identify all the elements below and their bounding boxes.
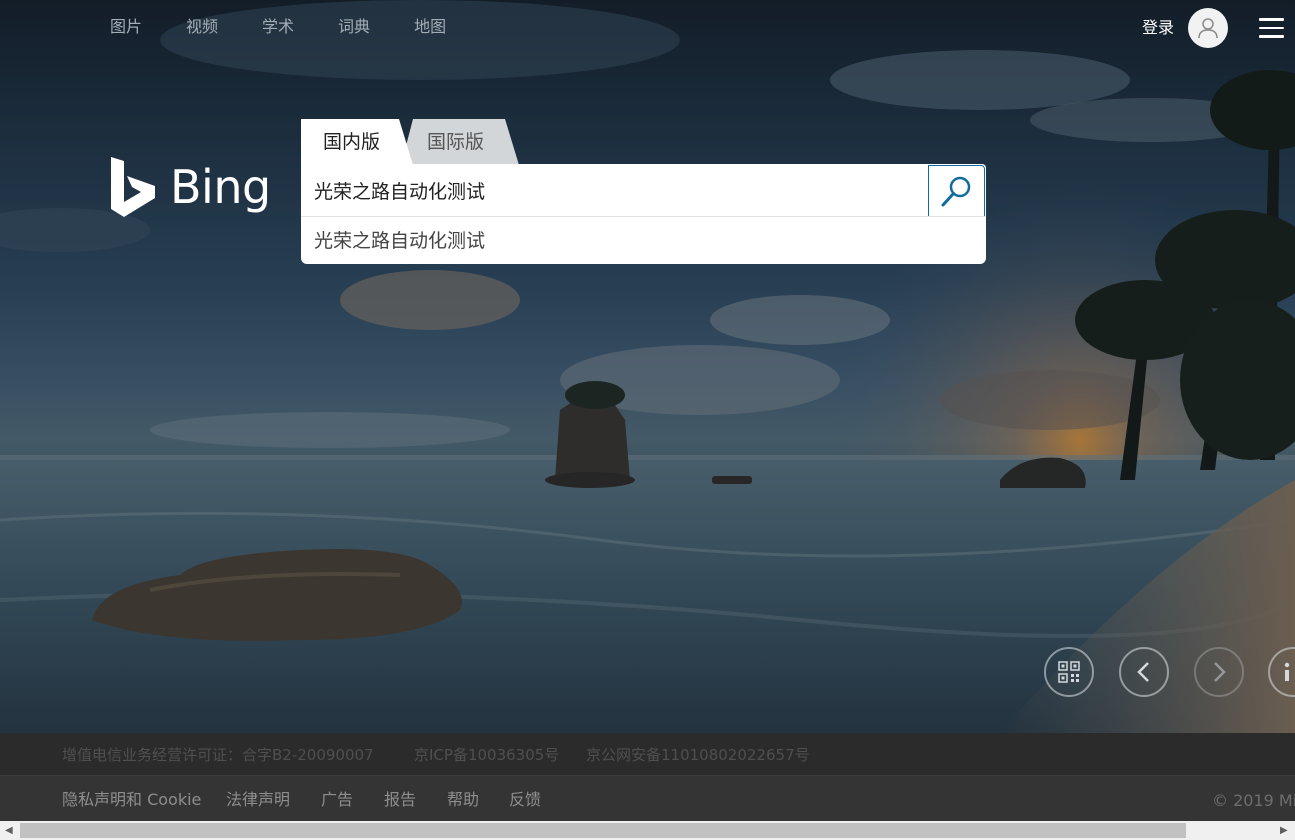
search-input[interactable] xyxy=(314,175,914,205)
qr-code-icon xyxy=(1058,661,1080,683)
license-bar: 增值电信业务经营许可证：合字B2-20090007 京ICP备10036305号… xyxy=(0,733,1295,775)
footer-link-report[interactable]: 报告 xyxy=(384,789,416,811)
user-icon xyxy=(1198,18,1218,39)
license-text: 增值电信业务经营许可证：合字B2-20090007 xyxy=(62,746,374,764)
search-box xyxy=(301,164,986,217)
avatar[interactable] xyxy=(1188,8,1228,48)
horizontal-scrollbar[interactable]: ◀ ▶ xyxy=(0,821,1295,840)
qr-code-button[interactable] xyxy=(1044,647,1094,697)
info-icon xyxy=(1284,662,1289,681)
tab-domestic[interactable]: 国内版 xyxy=(301,119,413,165)
suggestion-list: 光荣之路自动化测试 xyxy=(301,216,986,264)
scrollbar-thumb[interactable] xyxy=(20,823,1186,838)
next-arrow-icon xyxy=(1214,662,1226,682)
nav-item-dictionary[interactable]: 词典 xyxy=(338,16,370,38)
previous-image-button[interactable] xyxy=(1119,647,1169,697)
bing-logo: Bing xyxy=(110,156,271,218)
scroll-left-icon[interactable]: ◀ xyxy=(5,824,13,837)
nav-item-videos[interactable]: 视频 xyxy=(186,16,218,38)
scroll-right-icon[interactable]: ▶ xyxy=(1280,824,1288,837)
search-button[interactable] xyxy=(928,165,985,217)
police-record-text: 京公网安备11010802022657号 xyxy=(586,746,810,764)
top-nav: 图片 视频 学术 词典 地图 xyxy=(110,16,490,38)
tab-international-label: 国际版 xyxy=(427,131,485,153)
menu-icon[interactable] xyxy=(1259,18,1284,38)
footer-link-help[interactable]: 帮助 xyxy=(447,789,479,811)
footer-link-privacy[interactable]: 隐私声明和 Cookie xyxy=(62,789,201,811)
bing-logo-icon xyxy=(111,157,155,217)
next-image-button[interactable] xyxy=(1194,647,1244,697)
nav-item-maps[interactable]: 地图 xyxy=(414,16,446,38)
icp-text: 京ICP备10036305号 xyxy=(414,746,560,764)
bing-logo-text: Bing xyxy=(170,160,271,214)
nav-item-images[interactable]: 图片 xyxy=(110,16,142,38)
login-link[interactable]: 登录 xyxy=(1142,17,1174,39)
previous-arrow-icon xyxy=(1137,662,1149,682)
nav-item-academic[interactable]: 学术 xyxy=(262,16,294,38)
tab-international[interactable]: 国际版 xyxy=(401,119,519,165)
footer-link-feedback[interactable]: 反馈 xyxy=(509,789,541,811)
search-scope-tabs: 国际版 国内版 xyxy=(301,119,541,165)
footer-link-legal[interactable]: 法律声明 xyxy=(226,789,290,811)
footer-links: 隐私声明和 Cookie 法律声明 广告 报告 帮助 反馈 © 2019 Mic xyxy=(0,775,1295,821)
suggestion-item[interactable]: 光荣之路自动化测试 xyxy=(314,229,485,253)
copyright: © 2019 Mic xyxy=(1212,791,1295,810)
search-icon xyxy=(941,176,970,207)
background-image xyxy=(0,0,1295,733)
footer-link-ads[interactable]: 广告 xyxy=(321,789,353,811)
tab-domestic-label: 国内版 xyxy=(323,131,381,153)
